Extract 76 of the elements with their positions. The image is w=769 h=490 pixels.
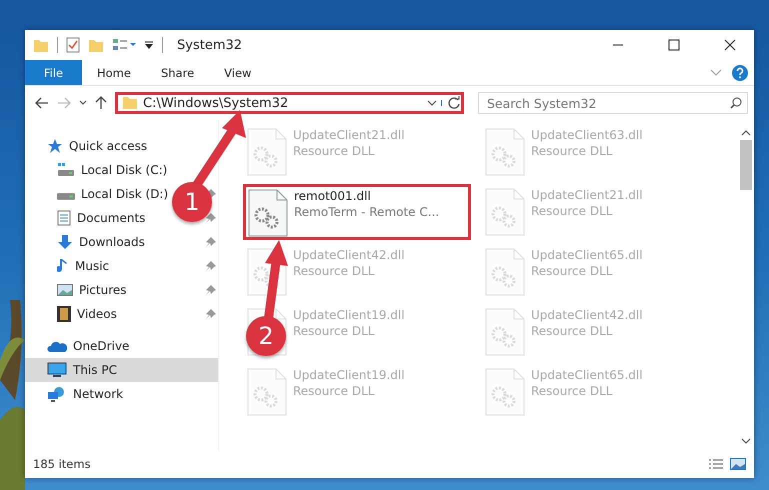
details-view-icon[interactable] — [708, 458, 724, 470]
file-description: Resource DLL — [531, 324, 614, 338]
network-icon — [47, 386, 67, 402]
sidebar-item[interactable]: Music — [57, 258, 110, 274]
drive-icon — [57, 193, 75, 200]
video-icon — [57, 306, 71, 322]
file-name: remot001.dll — [294, 189, 372, 203]
sidebar-item[interactable]: Local Disk (C:) — [57, 162, 168, 178]
file-description: Resource DLL — [531, 264, 614, 278]
file-description: Resource DLL — [293, 144, 376, 158]
sidebar-item[interactable]: Documents — [57, 210, 146, 226]
pin-icon[interactable] — [206, 285, 216, 295]
sidebar-item[interactable]: Local Disk (D:) — [57, 186, 168, 202]
up-button[interactable] — [95, 96, 107, 110]
file-name: UpdateClient42.dll — [293, 248, 405, 262]
item-count: 185 items — [33, 457, 91, 471]
file-description: RemoTerm - Remote C... — [294, 205, 440, 219]
sidebar-item[interactable]: Pictures — [57, 283, 127, 297]
sidebar-item[interactable]: Quick access — [47, 138, 148, 154]
search-icon[interactable] — [730, 97, 742, 109]
address-field[interactable]: C:\Windows\System32 — [115, 92, 464, 114]
ribbon-tab[interactable]: Home — [82, 60, 146, 85]
recent-locations-button[interactable] — [79, 100, 87, 106]
file-name: UpdateClient63.dll — [531, 128, 643, 142]
window-title: System32 — [177, 38, 242, 52]
file-item[interactable]: remot001.dll RemoTerm - Remote C... — [243, 184, 471, 240]
file-description: Resource DLL — [293, 264, 376, 278]
pictures-icon — [57, 283, 73, 297]
sidebar-item[interactable]: OneDrive — [47, 339, 130, 353]
search-field[interactable]: Search System32 — [478, 92, 748, 114]
properties-icon[interactable] — [66, 37, 80, 53]
file-description: Resource DLL — [531, 144, 614, 158]
ribbon-tab[interactable]: Share — [146, 60, 210, 85]
file-name: UpdateClient42.dll — [531, 308, 643, 322]
scrollbar-thumb[interactable] — [740, 140, 752, 190]
large-icons-view-icon[interactable] — [730, 458, 746, 470]
sidebar-item[interactable]: This PC — [25, 358, 218, 382]
back-button[interactable] — [35, 97, 49, 109]
folder-icon — [122, 96, 138, 110]
dropdown-icon[interactable] — [427, 100, 437, 106]
expand-ribbon-icon[interactable] — [710, 68, 722, 76]
document-icon — [57, 210, 71, 226]
sidebar-item[interactable]: Videos — [57, 306, 117, 322]
monitor-icon — [47, 362, 67, 378]
file-gear-icon — [248, 189, 288, 237]
cloud-icon — [47, 340, 67, 352]
refresh-icon[interactable] — [447, 96, 461, 110]
sidebar-item[interactable]: Downloads — [57, 234, 145, 250]
file-description: Resource DLL — [293, 384, 376, 398]
ribbon-tab[interactable]: View — [209, 60, 266, 85]
close-icon[interactable] — [724, 39, 736, 51]
file-name: UpdateClient19.dll — [293, 368, 405, 382]
pin-icon[interactable] — [206, 309, 216, 319]
file-name: UpdateClient65.dll — [531, 248, 643, 262]
star-icon — [47, 138, 63, 154]
file-description: Resource DLL — [293, 324, 376, 338]
scroll-up-icon[interactable] — [740, 130, 750, 136]
scroll-down-icon[interactable] — [740, 438, 750, 444]
file-name: UpdateClient19.dll — [293, 308, 405, 322]
pin-icon[interactable] — [206, 213, 216, 223]
help-icon[interactable] — [732, 64, 748, 80]
file-name: UpdateClient21.dll — [531, 188, 643, 202]
sidebar-item[interactable]: Network — [47, 386, 124, 402]
file-description: Resource DLL — [531, 204, 614, 218]
maximize-icon[interactable] — [668, 39, 680, 51]
file-name: UpdateClient21.dll — [293, 128, 405, 142]
file-name: UpdateClient65.dll — [531, 368, 643, 382]
dropdown-icon[interactable] — [144, 40, 154, 50]
pin-icon[interactable] — [206, 261, 216, 271]
drive-icon — [57, 162, 75, 178]
ribbon-tab[interactable]: File — [25, 60, 82, 85]
download-icon — [57, 234, 73, 250]
view-options-icon[interactable] — [112, 38, 136, 52]
pin-icon[interactable] — [206, 237, 216, 247]
music-note-icon — [57, 258, 69, 274]
file-description: Resource DLL — [531, 384, 614, 398]
